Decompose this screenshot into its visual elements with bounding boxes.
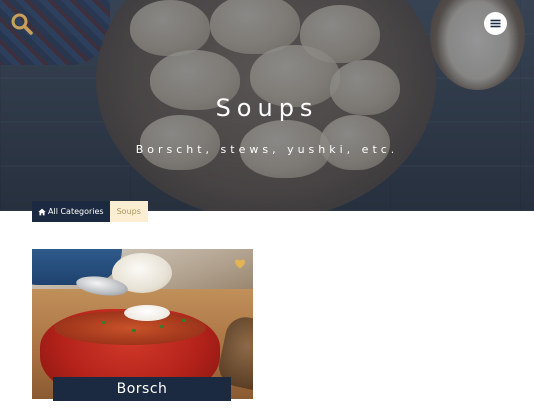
herb: [182, 319, 186, 322]
breadcrumb-current: Soups: [109, 201, 148, 222]
breadcrumb-all-categories-link[interactable]: All Categories: [32, 201, 110, 222]
breadcrumb-home-label: All Categories: [48, 207, 104, 216]
heart-icon: [235, 259, 245, 269]
recipe-title[interactable]: Borsch: [53, 377, 231, 401]
search-button[interactable]: [10, 12, 34, 36]
hero-banner: Soups Borscht, stews, yushki, etc.: [0, 0, 534, 211]
herb: [102, 321, 106, 324]
herb: [132, 329, 136, 332]
search-icon: [11, 13, 33, 35]
page-subtitle: Borscht, stews, yushki, etc.: [135, 143, 399, 156]
menu-button[interactable]: [484, 12, 507, 35]
favorite-button[interactable]: [234, 255, 248, 269]
sour-cream: [124, 305, 170, 321]
hamburger-menu-icon: [490, 19, 501, 28]
herb: [160, 325, 164, 328]
breadcrumb: All Categories Soups: [32, 201, 148, 222]
home-icon: [38, 208, 46, 215]
page-title: Soups: [215, 94, 319, 122]
